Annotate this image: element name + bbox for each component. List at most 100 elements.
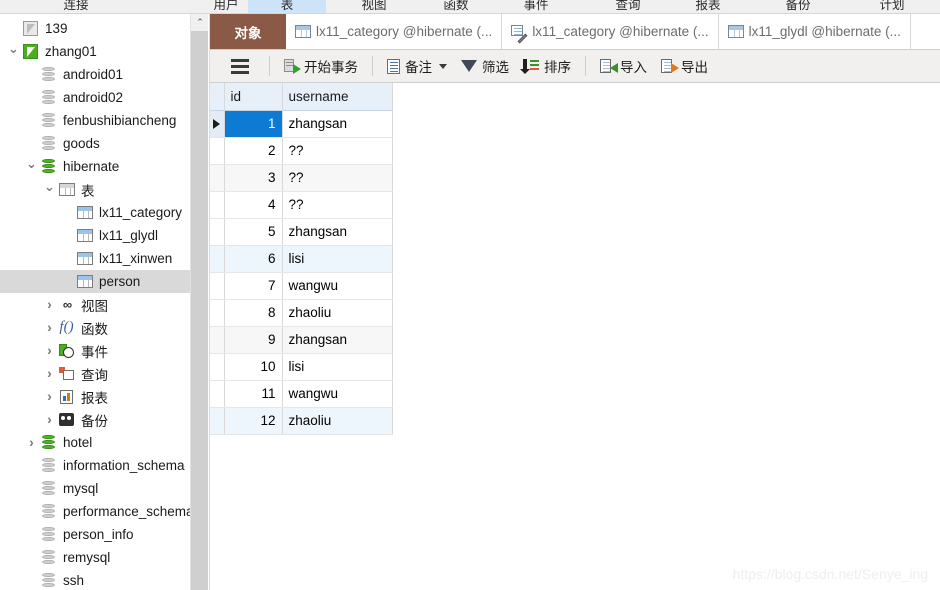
connection-tree[interactable]: 139 zhang01 android01 android02 fenbushibian… [0, 14, 190, 590]
grid-body[interactable]: 1 zhangsan 2?? 3?? 4?? 5 zhangsan 6 lisi 7 wangwu 8… [210, 110, 393, 435]
cell-username[interactable]: zhangsan [282, 218, 393, 246]
row-marker-cell[interactable] [210, 191, 225, 219]
ribbon-tab-9[interactable]: 计划 [856, 0, 928, 13]
tree-item-person-info[interactable]: person_info [0, 523, 190, 546]
tree-item--[interactable]: 报表 [0, 385, 190, 408]
cell-username[interactable]: zhangsan [282, 326, 393, 354]
cell-username[interactable]: ?? [282, 164, 393, 192]
tab-objects[interactable]: 对象 [210, 14, 286, 49]
row-marker-cell[interactable] [210, 164, 225, 192]
table-row[interactable]: 9 zhangsan [210, 326, 393, 354]
row-marker-cell[interactable] [210, 245, 225, 273]
cell-id[interactable]: 10 [224, 353, 283, 381]
scroll-up-arrow-icon[interactable]: ⌃ [191, 14, 209, 31]
ribbon-tab-4[interactable]: 函数 [420, 0, 492, 13]
cell-id[interactable]: 4 [224, 191, 283, 219]
row-marker-cell[interactable] [210, 272, 225, 300]
twisty-collapsed-icon[interactable] [42, 343, 57, 358]
tree-item-android01[interactable]: android01 [0, 63, 190, 86]
tree-item-goods[interactable]: goods [0, 132, 190, 155]
row-marker-cell[interactable] [210, 218, 225, 246]
ribbon-tab-7[interactable]: 报表 [672, 0, 744, 13]
table-row[interactable]: 3?? [210, 164, 393, 192]
cell-id[interactable]: 7 [224, 272, 283, 300]
row-marker-cell[interactable] [210, 353, 225, 381]
cell-id[interactable]: 11 [224, 380, 283, 408]
ribbon-tab-6[interactable]: 查询 [592, 0, 664, 13]
tree-item-hotel[interactable]: hotel [0, 431, 190, 454]
ribbon-tab-0[interactable]: 连接 [40, 0, 112, 13]
cell-username[interactable]: wangwu [282, 272, 393, 300]
chevron-down-icon[interactable] [439, 63, 447, 69]
tree-item--[interactable]: 事件 [0, 339, 190, 362]
document-tab-0[interactable]: lx11_category @hibernate (... [286, 14, 503, 49]
tree-item--[interactable]: ∞ 视图 [0, 293, 190, 316]
document-tab-1[interactable]: lx11_category @hibernate (... [502, 14, 719, 49]
twisty-expanded-icon[interactable] [42, 183, 57, 197]
row-marker-cell[interactable] [210, 326, 225, 354]
tree-item--[interactable]: 表 [0, 178, 190, 201]
row-marker-cell[interactable] [210, 137, 225, 165]
cell-id[interactable]: 1 [224, 110, 283, 138]
menu-button[interactable] [218, 53, 262, 79]
cell-id[interactable]: 3 [224, 164, 283, 192]
ribbon-tab-2[interactable]: 表 [248, 0, 326, 13]
tree-item-lx11-glydl[interactable]: lx11_glydl [0, 224, 190, 247]
table-row[interactable]: 10 lisi [210, 353, 393, 381]
tree-item-performance-schema[interactable]: performance_schema [0, 500, 190, 523]
twisty-collapsed-icon[interactable] [42, 320, 57, 335]
tree-item-lx11-category[interactable]: lx11_category [0, 201, 190, 224]
tree-item-ssh[interactable]: ssh [0, 569, 190, 590]
tree-item-139[interactable]: 139 [0, 17, 190, 40]
sidebar-vertical-scrollbar[interactable]: ⌃ [190, 14, 209, 590]
document-tab-2[interactable]: lx11_glydl @hibernate (... [718, 14, 911, 49]
note-button[interactable]: 备注 [380, 53, 454, 79]
sort-button[interactable]: 排序 [516, 53, 578, 79]
table-row[interactable]: 7 wangwu [210, 272, 393, 300]
export-button[interactable]: 导出 [654, 53, 715, 79]
ribbon-tab-5[interactable]: 事件 [500, 0, 572, 13]
tree-item-lx11-xinwen[interactable]: lx11_xinwen [0, 247, 190, 270]
cell-id[interactable]: 12 [224, 407, 283, 435]
tree-item-hibernate[interactable]: hibernate [0, 155, 190, 178]
tree-item-fenbushibiancheng[interactable]: fenbushibiancheng [0, 109, 190, 132]
tree-item-remysql[interactable]: remysql [0, 546, 190, 569]
cell-id[interactable]: 6 [224, 245, 283, 273]
tree-item--[interactable]: 查询 [0, 362, 190, 385]
result-grid[interactable]: id username 1 zhangsan 2?? 3?? 4?? 5 zhangsan 6 l… [210, 83, 393, 435]
table-row[interactable]: 4?? [210, 191, 393, 219]
twisty-expanded-icon[interactable] [6, 45, 21, 59]
cell-username[interactable]: lisi [282, 245, 393, 273]
twisty-collapsed-icon[interactable] [42, 366, 57, 381]
object-tree-sidebar[interactable]: 139 zhang01 android01 android02 fenbushibian… [0, 14, 190, 590]
table-row[interactable]: 2?? [210, 137, 393, 165]
begin-transaction-button[interactable]: 开始事务 [277, 53, 365, 79]
twisty-collapsed-icon[interactable] [42, 297, 57, 312]
twisty-collapsed-icon[interactable] [42, 389, 57, 404]
twisty-expanded-icon[interactable] [24, 160, 39, 174]
tree-item-android02[interactable]: android02 [0, 86, 190, 109]
table-row[interactable]: 5 zhangsan [210, 218, 393, 246]
tree-item-information-schema[interactable]: information_schema [0, 454, 190, 477]
table-row[interactable]: 6 lisi [210, 245, 393, 273]
table-row[interactable]: 11 wangwu [210, 380, 393, 408]
table-row[interactable]: 1 zhangsan [210, 110, 393, 138]
twisty-collapsed-icon[interactable] [42, 412, 57, 427]
tree-item-person[interactable]: person [0, 270, 190, 293]
row-marker-cell[interactable] [210, 110, 225, 138]
open-tabs-list[interactable]: lx11_category @hibernate (... lx11_catego… [286, 14, 940, 49]
table-row[interactable]: 8 zhaoliu [210, 299, 393, 327]
tree-item--[interactable]: f() 函数 [0, 316, 190, 339]
cell-id[interactable]: 5 [224, 218, 283, 246]
cell-username[interactable]: lisi [282, 353, 393, 381]
column-header-id[interactable]: id [224, 83, 283, 111]
ribbon-tab-3[interactable]: 视图 [338, 0, 410, 13]
row-marker-cell[interactable] [210, 407, 225, 435]
import-button[interactable]: 导入 [593, 53, 654, 79]
column-header-username[interactable]: username [282, 83, 393, 111]
cell-username[interactable]: zhangsan [282, 110, 393, 138]
cell-username[interactable]: ?? [282, 191, 393, 219]
cell-username[interactable]: ?? [282, 137, 393, 165]
row-marker-cell[interactable] [210, 380, 225, 408]
twisty-collapsed-icon[interactable] [24, 435, 39, 450]
